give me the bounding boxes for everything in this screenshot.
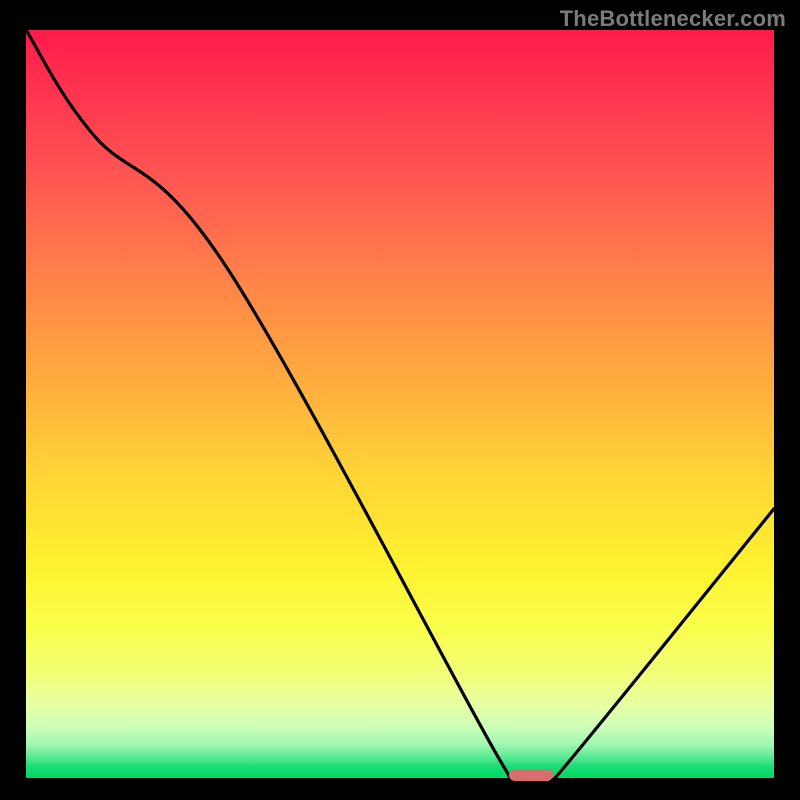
attribution-label: TheBottlenecker.com <box>560 6 786 32</box>
chart-container: TheBottlenecker.com <box>0 0 800 800</box>
bottleneck-curve <box>26 30 774 778</box>
plot-area <box>26 30 774 778</box>
optimal-range-marker <box>509 769 554 781</box>
